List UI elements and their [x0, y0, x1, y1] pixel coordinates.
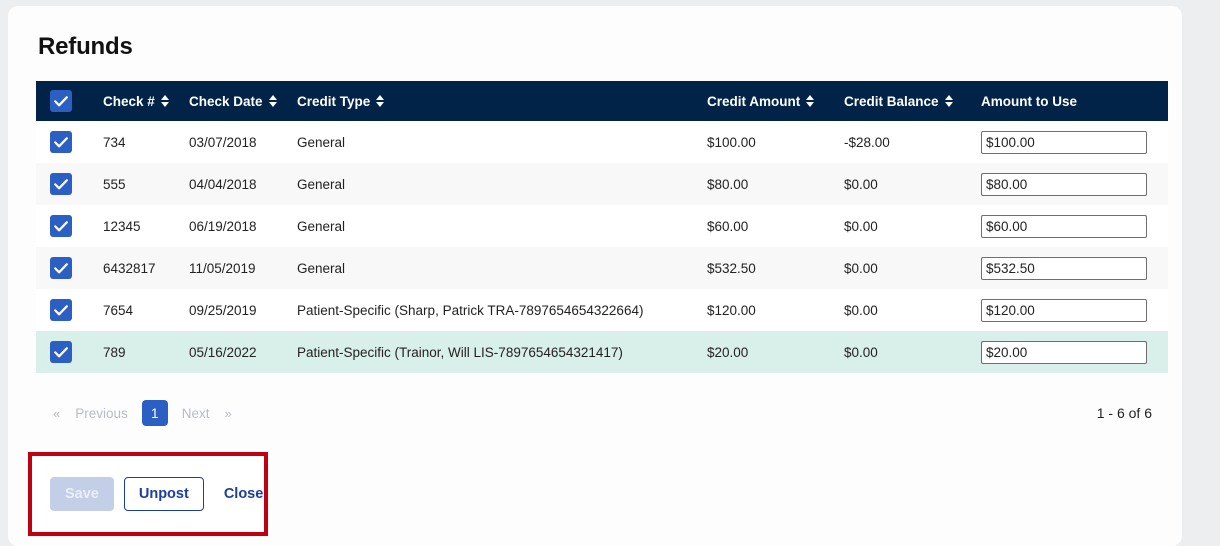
- table-row[interactable]: 555 04/04/2018 General $80.00 $0.00: [36, 163, 1168, 205]
- column-header-amount-to-use-label: Amount to Use: [981, 93, 1077, 109]
- amount-to-use-input[interactable]: [981, 214, 1147, 238]
- unpost-button[interactable]: Unpost: [123, 477, 204, 511]
- row-credit-balance: $0.00: [835, 331, 972, 373]
- row-select-cell: [36, 331, 94, 373]
- pagination-first-icon[interactable]: «: [46, 402, 67, 425]
- row-credit-type: General: [288, 121, 698, 163]
- column-header-select: [36, 81, 94, 121]
- row-credit-amount: $20.00: [698, 331, 835, 373]
- row-amount-to-use-cell: [972, 121, 1168, 163]
- select-all-checkbox[interactable]: [50, 90, 72, 112]
- row-checkbox[interactable]: [50, 215, 72, 237]
- row-select-cell: [36, 121, 94, 163]
- row-check-date: 03/07/2018: [180, 121, 288, 163]
- column-header-credit-type-label: Credit Type: [297, 93, 371, 109]
- row-checkbox[interactable]: [50, 299, 72, 321]
- sort-icon[interactable]: [268, 94, 278, 108]
- pagination-previous-button[interactable]: Previous: [67, 402, 136, 425]
- row-check-number: 6432817: [94, 247, 180, 289]
- table-header: Check # Check Date Credit Type Credit Am…: [36, 81, 1168, 121]
- sort-icon[interactable]: [806, 94, 815, 108]
- row-select-cell: [36, 205, 94, 247]
- row-amount-to-use-cell: [972, 163, 1168, 205]
- pagination-last-icon[interactable]: »: [218, 402, 239, 425]
- save-button[interactable]: Save: [50, 477, 114, 511]
- column-header-amount-to-use: Amount to Use: [972, 81, 1168, 121]
- row-credit-amount: $100.00: [698, 121, 835, 163]
- column-header-credit-amount-label: Credit Amount: [707, 93, 801, 109]
- column-header-check-number-label: Check #: [103, 93, 155, 109]
- row-credit-balance: $0.00: [835, 163, 972, 205]
- row-checkbox[interactable]: [50, 131, 72, 153]
- action-bar-highlight: Save Unpost Close: [28, 452, 268, 536]
- column-header-credit-amount[interactable]: Credit Amount: [698, 81, 835, 121]
- row-credit-type: General: [288, 247, 698, 289]
- refunds-card: Refunds Check # Check Date Credit Type C…: [8, 6, 1182, 546]
- row-credit-amount: $120.00: [698, 289, 835, 331]
- row-select-cell: [36, 289, 94, 331]
- row-select-cell: [36, 163, 94, 205]
- row-credit-balance: $0.00: [835, 289, 972, 331]
- row-check-number: 7654: [94, 289, 180, 331]
- row-amount-to-use-cell: [972, 205, 1168, 247]
- sort-icon[interactable]: [376, 94, 385, 108]
- table-row[interactable]: 789 05/16/2022 Patient-Specific (Trainor, …: [36, 331, 1168, 373]
- column-header-credit-type[interactable]: Credit Type: [288, 81, 698, 121]
- row-check-date: 09/25/2019: [180, 289, 288, 331]
- row-credit-balance: $0.00: [835, 247, 972, 289]
- table-row[interactable]: 734 03/07/2018 General $100.00 -$28.00: [36, 121, 1168, 163]
- row-check-date: 04/04/2018: [180, 163, 288, 205]
- row-credit-type: Patient-Specific (Trainor, Will LIS-7897…: [288, 331, 698, 373]
- row-checkbox[interactable]: [50, 257, 72, 279]
- pagination-page-1-button[interactable]: 1: [141, 400, 168, 426]
- pagination: « Previous 1 Next »: [46, 400, 239, 426]
- amount-to-use-input[interactable]: [981, 130, 1147, 154]
- row-check-number: 555: [94, 163, 180, 205]
- row-check-date: 05/16/2022: [180, 331, 288, 373]
- row-checkbox[interactable]: [50, 341, 72, 363]
- close-button[interactable]: Close: [214, 477, 274, 511]
- row-credit-amount: $60.00: [698, 205, 835, 247]
- row-amount-to-use-cell: [972, 289, 1168, 331]
- table-body: 73403/07/2018General$100.00-$28.0055504/…: [36, 121, 1168, 373]
- row-amount-to-use-cell: [972, 331, 1168, 373]
- row-credit-amount: $80.00: [698, 163, 835, 205]
- row-check-number: 12345: [94, 205, 180, 247]
- row-check-number: 789: [94, 331, 180, 373]
- row-check-number: 734: [94, 121, 180, 163]
- row-amount-to-use-cell: [972, 247, 1168, 289]
- table-row[interactable]: 12345 06/19/2018 General $60.00 $0.00: [36, 205, 1168, 247]
- column-header-check-date-label: Check Date: [189, 93, 263, 109]
- row-check-date: 11/05/2019: [180, 247, 288, 289]
- row-credit-type: Patient-Specific (Sharp, Patrick TRA-789…: [288, 289, 698, 331]
- amount-to-use-input[interactable]: [981, 298, 1147, 322]
- column-header-check-date[interactable]: Check Date: [180, 81, 288, 121]
- refunds-table: Check # Check Date Credit Type Credit Am…: [36, 81, 1168, 373]
- row-select-cell: [36, 247, 94, 289]
- row-check-date: 06/19/2018: [180, 205, 288, 247]
- column-header-check-number[interactable]: Check #: [94, 81, 180, 121]
- table-header-row: Check # Check Date Credit Type Credit Am…: [36, 81, 1168, 121]
- amount-to-use-input[interactable]: [981, 340, 1147, 364]
- table-row[interactable]: 6432817 11/05/2019 General $532.50 $0.00: [36, 247, 1168, 289]
- row-credit-type: General: [288, 205, 698, 247]
- table-row[interactable]: 7654 09/25/2019 Patient-Specific (Sharp, P…: [36, 289, 1168, 331]
- column-header-credit-balance[interactable]: Credit Balance: [835, 81, 972, 121]
- amount-to-use-input[interactable]: [981, 256, 1147, 280]
- sort-icon[interactable]: [160, 94, 170, 108]
- amount-to-use-input[interactable]: [981, 172, 1147, 196]
- action-bar: Save Unpost Close: [32, 456, 264, 532]
- row-checkbox[interactable]: [50, 173, 72, 195]
- sort-icon[interactable]: [944, 94, 954, 108]
- pagination-next-button[interactable]: Next: [174, 402, 218, 425]
- column-header-credit-balance-label: Credit Balance: [844, 93, 939, 109]
- row-credit-balance: $0.00: [835, 205, 972, 247]
- row-credit-balance: -$28.00: [835, 121, 972, 163]
- page-title: Refunds: [38, 33, 133, 60]
- record-range-label: 1 - 6 of 6: [1096, 405, 1152, 421]
- row-credit-amount: $532.50: [698, 247, 835, 289]
- row-credit-type: General: [288, 163, 698, 205]
